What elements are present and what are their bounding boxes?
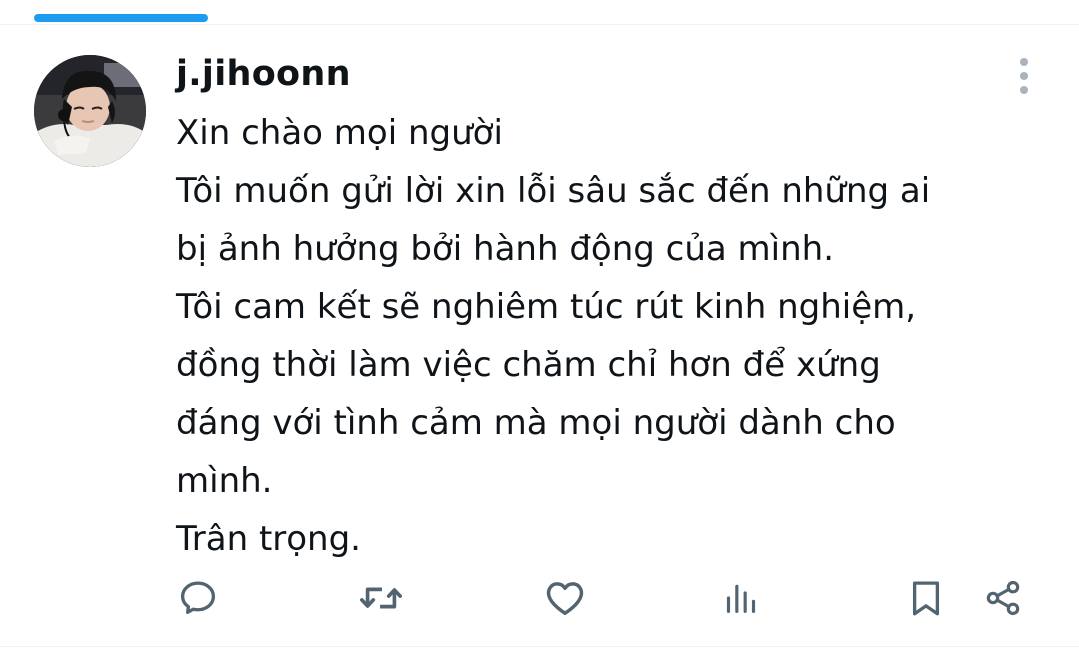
heart-icon xyxy=(546,582,584,615)
reply-button[interactable] xyxy=(172,572,224,624)
retweet-button[interactable] xyxy=(355,572,407,624)
share-nodes-icon xyxy=(986,580,1020,616)
reply-bubble-icon xyxy=(180,581,216,615)
tweet-line: Tôi muốn gửi lời xin lỗi sâu sắc đến nhữ… xyxy=(176,171,931,211)
bottom-divider xyxy=(0,646,1079,647)
active-tab-indicator xyxy=(34,14,208,22)
tweet-line: Tôi cam kết sẽ nghiêm túc rút kinh nghiệ… xyxy=(176,287,917,327)
tweet-line: bị ảnh hưởng bởi hành động của mình. xyxy=(176,229,835,269)
top-divider xyxy=(0,24,1079,25)
tweet-page: j.jihoonn Xin chào mọi người Tôi muốn gử… xyxy=(0,0,1079,669)
more-vertical-icon xyxy=(1020,58,1028,94)
avatar[interactable] xyxy=(34,55,146,167)
retweet-arrows-icon xyxy=(360,587,402,609)
bookmark-icon xyxy=(912,581,940,616)
tweet-line: mình. xyxy=(176,461,273,501)
tweet-line: đồng thời làm việc chăm chỉ hơn để xứng xyxy=(176,345,881,385)
bar-chart-icon xyxy=(726,584,756,613)
more-button[interactable] xyxy=(1008,56,1040,96)
username[interactable]: j.jihoonn xyxy=(176,52,351,96)
tweet-line: đáng với tình cảm mà mọi người dành cho xyxy=(176,403,896,443)
action-bar xyxy=(0,572,1079,624)
tweet-line: Xin chào mọi người xyxy=(176,113,503,153)
tweet-line: Trân trọng. xyxy=(176,519,361,559)
tweet-text: Xin chào mọi người Tôi muốn gửi lời xin … xyxy=(176,104,1036,568)
bookmark-button[interactable] xyxy=(900,572,952,624)
share-button[interactable] xyxy=(977,572,1029,624)
views-button[interactable] xyxy=(715,572,767,624)
like-button[interactable] xyxy=(539,572,591,624)
avatar-photo xyxy=(34,55,146,167)
